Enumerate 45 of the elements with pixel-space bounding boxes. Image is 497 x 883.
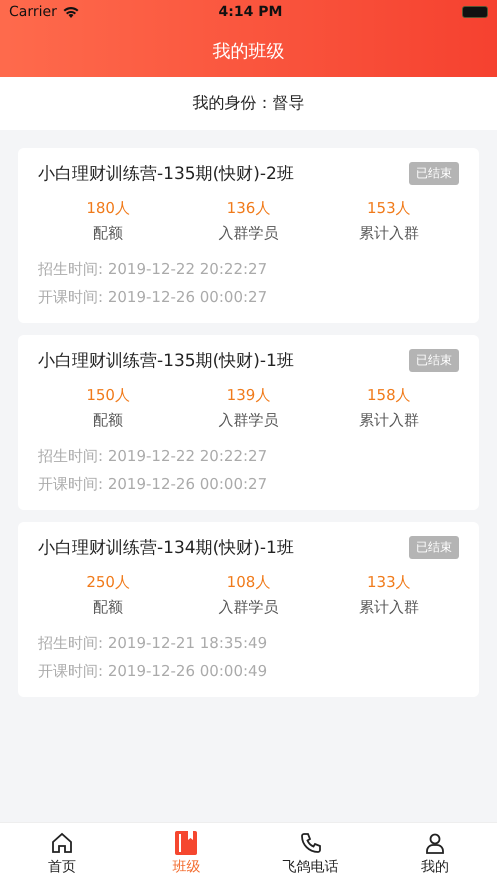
stat-value: 108人 [226, 573, 270, 592]
class-title: 小白理财训练营-135期(快财)-1班 [38, 350, 294, 372]
status-tag: 已结束 [409, 349, 459, 372]
tab-item[interactable]: 飞鸽电话 [248, 823, 373, 883]
identity-label: 我的身份：督导 [192, 93, 304, 114]
class-card[interactable]: 小白理财训练营-134期(快财)-1班 已结束 250人 配额 108人 入群学员 133人 累计入群 招生时间: 2019-12-21 18:35:49 开课时间: 2019-12-26 00:00:49 [18, 522, 479, 697]
stat-label: 累计入群 [358, 224, 419, 243]
stat-value: 158人 [367, 386, 411, 405]
stat-value: 133人 [367, 573, 411, 592]
stat-value: 153人 [367, 199, 411, 218]
stat-label: 配额 [93, 598, 124, 617]
stat-label: 累计入群 [358, 411, 419, 430]
class-title: 小白理财训练营-134期(快财)-1班 [38, 537, 294, 559]
status-tag: 已结束 [409, 536, 459, 559]
stat-value: 180人 [86, 199, 130, 218]
stat-label: 入群学员 [218, 224, 278, 243]
stat-value: 250人 [86, 573, 130, 592]
time-text: 招生时间: 2019-12-21 18:35:49 [38, 633, 268, 654]
book-icon [175, 830, 198, 854]
stat-label: 入群学员 [218, 598, 278, 617]
tab-item[interactable]: 首页 [0, 823, 124, 883]
time-text: 开课时间: 2019-12-26 00:00:27 [38, 474, 268, 495]
status-time: 4:14 PM [218, 4, 282, 20]
time-text: 开课时间: 2019-12-26 00:00:49 [38, 661, 268, 682]
status-tag: 已结束 [409, 162, 459, 185]
page-title: 我的班级 [212, 40, 284, 62]
class-title: 小白理财训练营-135期(快财)-2班 [38, 163, 294, 185]
stat-label: 入群学员 [218, 411, 278, 430]
stat-label: 累计入群 [358, 598, 419, 617]
battery-icon [462, 6, 488, 18]
stat-value: 150人 [86, 386, 130, 405]
tab-item[interactable]: 我的 [372, 823, 497, 883]
home-icon [50, 830, 74, 854]
wifi-icon [62, 6, 79, 18]
stat-value: 139人 [226, 386, 270, 405]
class-card[interactable]: 小白理财训练营-135期(快财)-1班 已结束 150人 配额 139人 入群学员 158人 累计入群 招生时间: 2019-12-22 20:22:27 开课时间: 2019-12-26 00:00:27 [18, 335, 479, 510]
phone-icon [298, 830, 323, 854]
time-text: 开课时间: 2019-12-26 00:00:27 [38, 287, 268, 308]
time-text: 招生时间: 2019-12-22 20:22:27 [38, 446, 268, 467]
carrier-label: Carrier [9, 4, 57, 20]
stat-label: 配额 [93, 411, 124, 430]
stat-value: 136人 [226, 199, 270, 218]
class-card[interactable]: 小白理财训练营-135期(快财)-2班 已结束 180人 配额 136人 入群学员 153人 累计入群 招生时间: 2019-12-22 20:22:27 开课时间: 2019-12-26 00:00:27 [18, 148, 479, 323]
stat-label: 配额 [93, 224, 124, 243]
time-text: 招生时间: 2019-12-22 20:22:27 [38, 259, 268, 280]
